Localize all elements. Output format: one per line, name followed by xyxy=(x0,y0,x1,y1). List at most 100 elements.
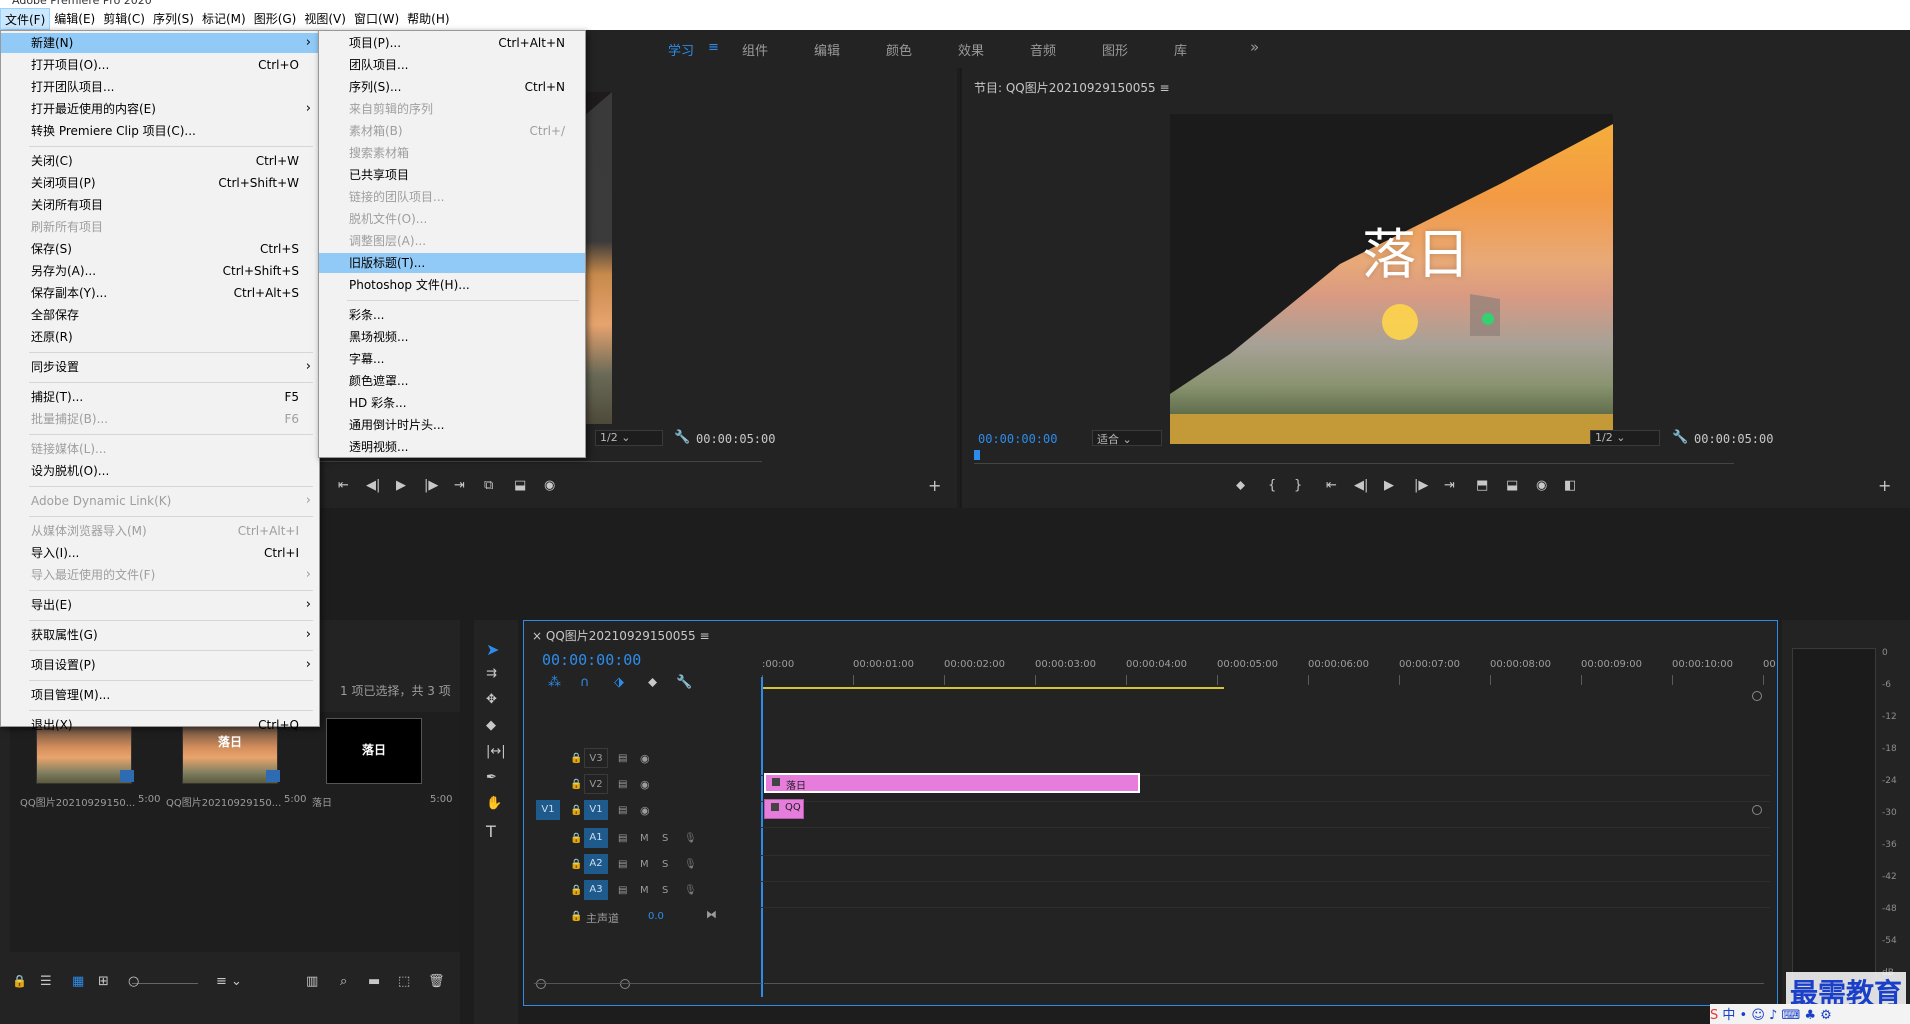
file_menu-item-13[interactable]: 全部保存 xyxy=(1,305,319,325)
voice-over-icon[interactable]: 🎙 xyxy=(684,859,697,870)
track-target[interactable]: V3 xyxy=(584,748,608,768)
program-mark-out[interactable]: } xyxy=(1294,478,1302,493)
new_submenu-item-11[interactable]: Photoshop 文件(H)... xyxy=(319,275,585,295)
solo-button[interactable]: S xyxy=(662,885,668,896)
project-thumbnail[interactable]: 落日 xyxy=(326,718,422,784)
workspace-menu-icon[interactable]: ≡ xyxy=(708,40,719,55)
track-target[interactable]: V2 xyxy=(584,774,608,794)
file_menu-item-32[interactable]: 获取属性(G) › xyxy=(1,625,319,645)
freeform-view-icon[interactable]: ⊞ xyxy=(98,974,109,989)
eye-icon[interactable]: ◉ xyxy=(640,804,650,817)
program-export-frame[interactable]: ◉ xyxy=(1536,478,1547,493)
file_menu-item-6[interactable]: 关闭(C) Ctrl+W xyxy=(1,151,319,171)
find-icon[interactable]: ⌕ xyxy=(340,974,347,989)
menu-6[interactable]: 视图(V) xyxy=(300,8,350,30)
program-zoom-dropdown[interactable]: 1/2 ⌄ xyxy=(1590,430,1660,446)
new_submenu-item-10[interactable]: 旧版标题(T)... xyxy=(319,253,585,273)
lock-icon[interactable]: 🔒 xyxy=(12,974,27,988)
workspace-tab-1[interactable]: 组件 xyxy=(742,40,768,59)
add-edit-icon[interactable]: ⬗ xyxy=(614,675,624,690)
ime-bar[interactable]: S 中 • ☺ ♪ ⌨ ♣ ⚙ xyxy=(1710,1004,1910,1024)
source-step-back[interactable]: ◀| xyxy=(366,478,380,493)
file_menu-item-3[interactable]: 打开最近使用的内容(E) › xyxy=(1,99,319,119)
program-playhead[interactable] xyxy=(974,450,980,460)
file_menu-item-24[interactable]: Adobe Dynamic Link(K) › xyxy=(1,491,319,511)
new_submenu-item-0[interactable]: 项目(P)... Ctrl+Alt+N xyxy=(319,33,585,53)
track-target[interactable]: V1 xyxy=(584,800,608,820)
file_menu-item-38[interactable]: 退出(X) Ctrl+Q xyxy=(1,715,319,735)
eye-icon[interactable]: ◉ xyxy=(640,778,650,791)
file_menu-item-10[interactable]: 保存(S) Ctrl+S xyxy=(1,239,319,259)
track-lane[interactable] xyxy=(760,801,1770,802)
lock-icon[interactable]: 🔒 xyxy=(570,885,582,896)
source-zoom-dropdown[interactable]: 1/2 ⌄ xyxy=(595,430,663,446)
new_submenu-item-7[interactable]: 链接的团队项目... xyxy=(319,187,585,207)
menu-3[interactable]: 序列(S) xyxy=(149,8,198,30)
file_menu-item-16[interactable]: 同步设置 › xyxy=(1,357,319,377)
workspace-tab-4[interactable]: 效果 xyxy=(958,40,984,59)
source-overwrite[interactable]: ⬓ xyxy=(514,478,526,493)
program-add-marker[interactable]: ⬥ xyxy=(1236,478,1245,493)
icon-view-icon[interactable]: ▦ xyxy=(72,974,84,989)
source-patch-v1[interactable]: V1 xyxy=(536,800,560,820)
type-tool-icon[interactable]: T xyxy=(486,822,496,841)
new_submenu-item-15[interactable]: 字幕... xyxy=(319,349,585,369)
program-go-to-out[interactable]: ⇥ xyxy=(1444,478,1455,493)
file_menu-item-9[interactable]: 刷新所有项目 xyxy=(1,217,319,237)
lock-icon[interactable]: 🔒 xyxy=(570,859,582,870)
voice-over-icon[interactable]: 🎙 xyxy=(684,833,697,844)
sync-lock-icon[interactable]: ▤ xyxy=(618,833,627,844)
new-bin-icon[interactable]: ▬ xyxy=(368,974,380,989)
master-collapse-icon[interactable]: ⧓ xyxy=(706,908,717,921)
selection-tool-icon[interactable]: ➤ xyxy=(486,640,499,659)
source-go-to-out[interactable]: ⇥ xyxy=(454,478,465,493)
new_submenu-item-14[interactable]: 黑场视频... xyxy=(319,327,585,347)
track-target[interactable]: A2 xyxy=(584,854,608,874)
zoom-handle[interactable] xyxy=(620,979,630,989)
program-fit-dropdown[interactable]: 适合 ⌄ xyxy=(1092,430,1162,446)
file_menu-item-12[interactable]: 保存副本(Y)... Ctrl+Alt+S xyxy=(1,283,319,303)
new_submenu-item-18[interactable]: 通用倒计时片头... xyxy=(319,415,585,435)
menu-8[interactable]: 帮助(H) xyxy=(403,8,453,30)
workspace-tab-0[interactable]: 学习 xyxy=(668,40,694,59)
new_submenu-item-1[interactable]: 团队项目... xyxy=(319,55,585,75)
time-ruler[interactable]: :00:00 00:00:01:00 00:00:02:00 00:00:03:00 0… xyxy=(762,659,1776,687)
source-export-frame[interactable]: ◉ xyxy=(544,478,555,493)
program-lift[interactable]: ⬒ xyxy=(1476,478,1488,493)
source-insert[interactable]: ⧉ xyxy=(484,478,493,493)
timeline-scroll-bar[interactable] xyxy=(764,983,1764,984)
vscroll-handle[interactable] xyxy=(1752,805,1762,815)
new_submenu-item-9[interactable]: 调整图层(A)... xyxy=(319,231,585,251)
master-volume-value[interactable]: 0.0 xyxy=(648,911,664,922)
file_menu-item-1[interactable]: 打开项目(O)... Ctrl+O xyxy=(1,55,319,75)
timeline-settings-icon[interactable]: 🔧 xyxy=(676,675,692,690)
add-marker-icon[interactable]: ⬥ xyxy=(648,675,657,690)
program-scrub-bar[interactable] xyxy=(974,450,1734,464)
sync-lock-icon[interactable]: ▤ xyxy=(618,859,627,870)
lock-icon[interactable]: 🔒 xyxy=(570,779,582,790)
timeline-clip[interactable]: QQ xyxy=(764,799,804,819)
track-select-tool-icon[interactable]: ⇉ xyxy=(486,666,497,681)
new_submenu-item-17[interactable]: HD 彩条... xyxy=(319,393,585,413)
menu-7[interactable]: 窗口(W) xyxy=(350,8,403,30)
panel-menu-icon[interactable]: ≡ xyxy=(1159,81,1169,95)
track-target[interactable]: A1 xyxy=(584,828,608,848)
clear-icon[interactable]: 🗑 xyxy=(428,974,445,989)
program-timecode[interactable]: 00:00:00:00 xyxy=(978,432,1057,446)
solo-button[interactable]: S xyxy=(662,859,668,870)
source-play-button[interactable]: ▶ xyxy=(396,478,406,493)
file_menu-item-28[interactable]: 导入最近使用的文件(F) › xyxy=(1,565,319,585)
file_menu-item-11[interactable]: 另存为(A)... Ctrl+Shift+S xyxy=(1,261,319,281)
lock-icon[interactable]: 🔒 xyxy=(570,911,582,922)
new_submenu-item-5[interactable]: 搜索素材箱 xyxy=(319,143,585,163)
ripple-edit-tool-icon[interactable]: ✥ xyxy=(486,692,497,707)
file_menu-item-7[interactable]: 关闭项目(P) Ctrl+Shift+W xyxy=(1,173,319,193)
new_submenu-item-8[interactable]: 脱机文件(O)... xyxy=(319,209,585,229)
sync-lock-icon[interactable]: ▤ xyxy=(618,885,627,896)
zoom-slider[interactable] xyxy=(132,983,198,984)
file_menu-item-21[interactable]: 链接媒体(L)... xyxy=(1,439,319,459)
workspace-tab-3[interactable]: 颜色 xyxy=(886,40,912,59)
source-step-forward[interactable]: |▶ xyxy=(424,478,438,493)
lock-icon[interactable]: 🔒 xyxy=(570,805,582,816)
program-add-button[interactable]: + xyxy=(1878,476,1891,495)
